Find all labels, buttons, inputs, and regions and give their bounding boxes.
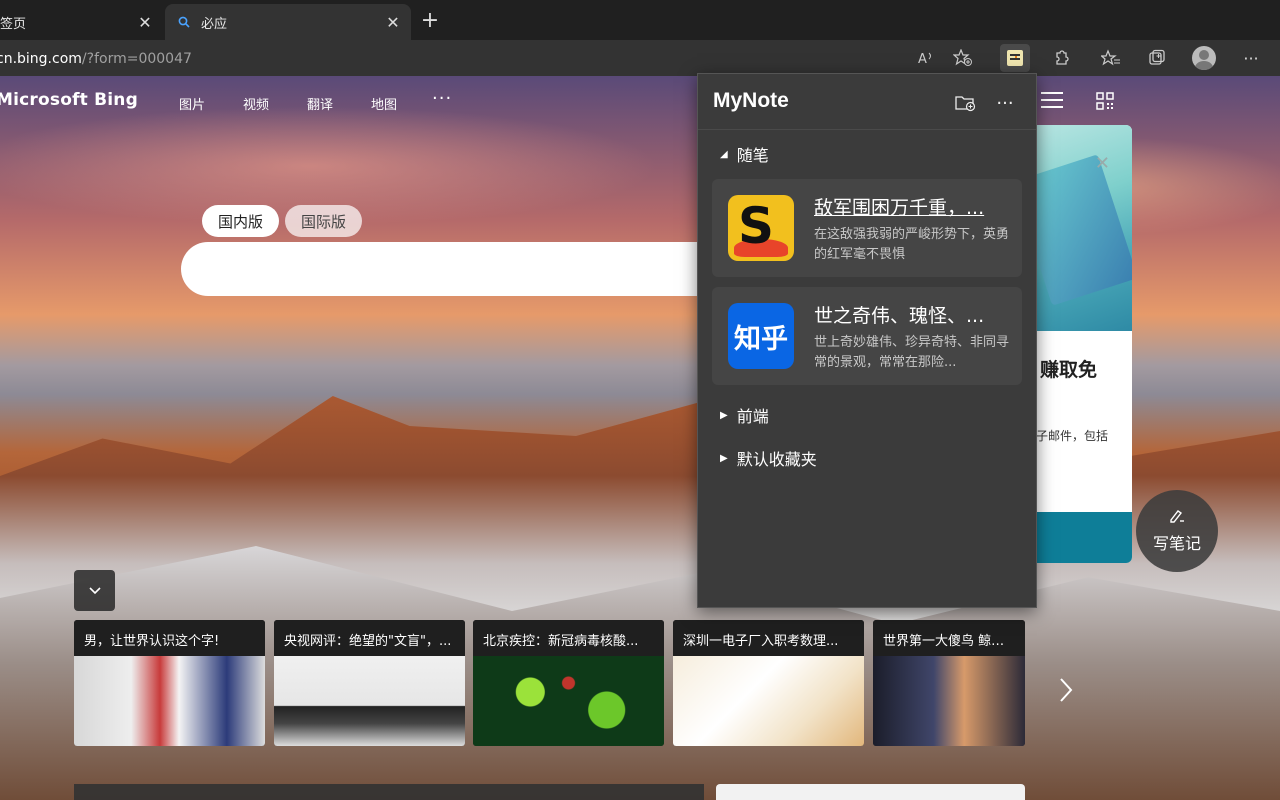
folder-label: 前端 [736, 407, 769, 426]
bottom-section [74, 784, 704, 800]
zhihu-icon: 知乎 [728, 303, 794, 369]
mynote-extension-icon[interactable] [1000, 44, 1030, 72]
note-title[interactable]: 世之奇伟、瑰怪、... [814, 301, 1010, 328]
news-card[interactable]: 北京疾控：新冠病毒核酸... [473, 620, 664, 746]
svg-text:A: A [918, 52, 927, 66]
tab-label: 必应 [201, 16, 228, 32]
more-options-icon[interactable]: ··· [993, 91, 1017, 115]
chevron-right-icon[interactable] [1058, 676, 1074, 712]
write-note-button[interactable]: 写笔记 [1136, 490, 1218, 572]
promo-subtitle: 子邮件，包括 [1036, 429, 1109, 443]
bing-logo[interactable]: Microsoft Bing [0, 90, 138, 110]
news-card[interactable]: 世界第一大傻鸟 鲸头鹳 [873, 620, 1025, 746]
news-image [873, 656, 1025, 746]
news-image [473, 656, 664, 746]
qr-code-icon[interactable] [1096, 92, 1114, 110]
mynote-panel: MyNote ··· ◢ 随笔 S 敌军围困万千重，... 在这敌强我弱的严峻形… [697, 73, 1037, 608]
news-image [673, 656, 864, 746]
more-menu-icon[interactable]: ··· [1236, 44, 1266, 72]
hamburger-menu-icon[interactable] [1041, 92, 1063, 108]
chevron-down-icon[interactable] [74, 570, 115, 611]
news-image [74, 656, 265, 746]
nav-videos[interactable]: 视频 [243, 94, 269, 113]
close-tab-icon[interactable]: ✕ [135, 12, 155, 32]
read-aloud-icon[interactable]: A [911, 44, 941, 72]
news-caption: 深圳一电子厂入职考数理... [673, 620, 864, 656]
collapsed-triangle-icon: ▶ [720, 452, 728, 464]
news-caption: 男，让世界认识这个字! [74, 620, 265, 656]
news-card[interactable]: 男，让世界认识这个字! [74, 620, 265, 746]
folder-label: 随笔 [736, 146, 769, 165]
tab-newtab[interactable]: 签页 ✕ [0, 4, 163, 40]
profile-avatar[interactable] [1192, 46, 1216, 70]
search-scope-tabs: 国内版 国际版 [202, 205, 363, 237]
expanded-triangle-icon: ◢ [720, 148, 728, 160]
tab-bing[interactable]: 必应 ✕ [165, 4, 411, 40]
new-folder-icon[interactable] [954, 91, 978, 115]
pencil-icon [1168, 508, 1186, 528]
news-caption: 世界第一大傻鸟 鲸头鹳 [873, 620, 1025, 656]
note-title[interactable]: 敌军围困万千重，... [814, 193, 1010, 220]
news-image [274, 656, 465, 746]
write-note-label: 写笔记 [1152, 534, 1201, 553]
nav-more-button[interactable]: ··· [432, 88, 452, 109]
note-card[interactable]: S 敌军围困万千重，... 在这敌强我弱的严峻形势下，英勇的红军毫不畏惧 [712, 179, 1022, 277]
address-path: /?form=000047 [81, 51, 192, 67]
nav-images[interactable]: 图片 [179, 94, 205, 113]
folder-label: 默认收藏夹 [736, 450, 817, 469]
tab-strip: 签页 ✕ 必应 ✕ + [0, 0, 1280, 40]
note-desc: 世上奇妙雄伟、珍异奇特、非同寻常的景观，常常在那险... [814, 335, 1010, 370]
address-toolbar: cn.bing.com/?form=000047 A ··· [0, 40, 1280, 76]
address-bar[interactable]: cn.bing.com/?form=000047 [0, 44, 986, 74]
promo-title: 赚取免 [1040, 359, 1098, 381]
favorites-icon[interactable] [1096, 44, 1126, 72]
nav-translate[interactable]: 翻译 [307, 94, 333, 113]
panel-header: MyNote ··· [698, 74, 1036, 130]
note-card[interactable]: 知乎 世之奇伟、瑰怪、... 世上奇妙雄伟、珍异奇特、非同寻常的景观，常常在那险… [712, 287, 1022, 385]
news-caption: 央视网评：绝望的"文盲"，... [274, 620, 465, 656]
scope-international[interactable]: 国际版 [285, 205, 363, 237]
news-caption: 北京疾控：新冠病毒核酸... [473, 620, 664, 656]
news-card[interactable]: 央视网评：绝望的"文盲"，... [274, 620, 465, 746]
extensions-icon[interactable] [1046, 44, 1076, 72]
close-icon[interactable]: ✕ [1095, 153, 1110, 174]
close-tab-icon[interactable]: ✕ [383, 12, 403, 32]
news-card[interactable]: 深圳一电子厂入职考数理... [673, 620, 864, 746]
collapsed-triangle-icon: ▶ [720, 409, 728, 421]
scope-domestic[interactable]: 国内版 [202, 205, 280, 237]
note-desc: 在这敌强我弱的严峻形势下，英勇的红军毫不畏惧 [814, 227, 1010, 262]
sogou-icon: S [728, 195, 794, 261]
add-favorite-icon[interactable] [948, 44, 978, 72]
search-input[interactable] [181, 242, 741, 296]
folder-suibi[interactable]: ◢ 随笔 [720, 142, 769, 166]
nav-maps[interactable]: 地图 [371, 94, 397, 113]
collections-icon[interactable] [1142, 44, 1172, 72]
address-host: cn.bing.com [0, 51, 82, 67]
bottom-card [716, 784, 1025, 800]
panel-title: MyNote [713, 89, 789, 112]
search-icon [177, 15, 191, 29]
folder-frontend[interactable]: ▶ 前端 [720, 403, 769, 427]
new-tab-button[interactable]: + [418, 8, 442, 33]
folder-default-favorites[interactable]: ▶ 默认收藏夹 [720, 446, 817, 470]
tab-label: 签页 [0, 16, 27, 32]
